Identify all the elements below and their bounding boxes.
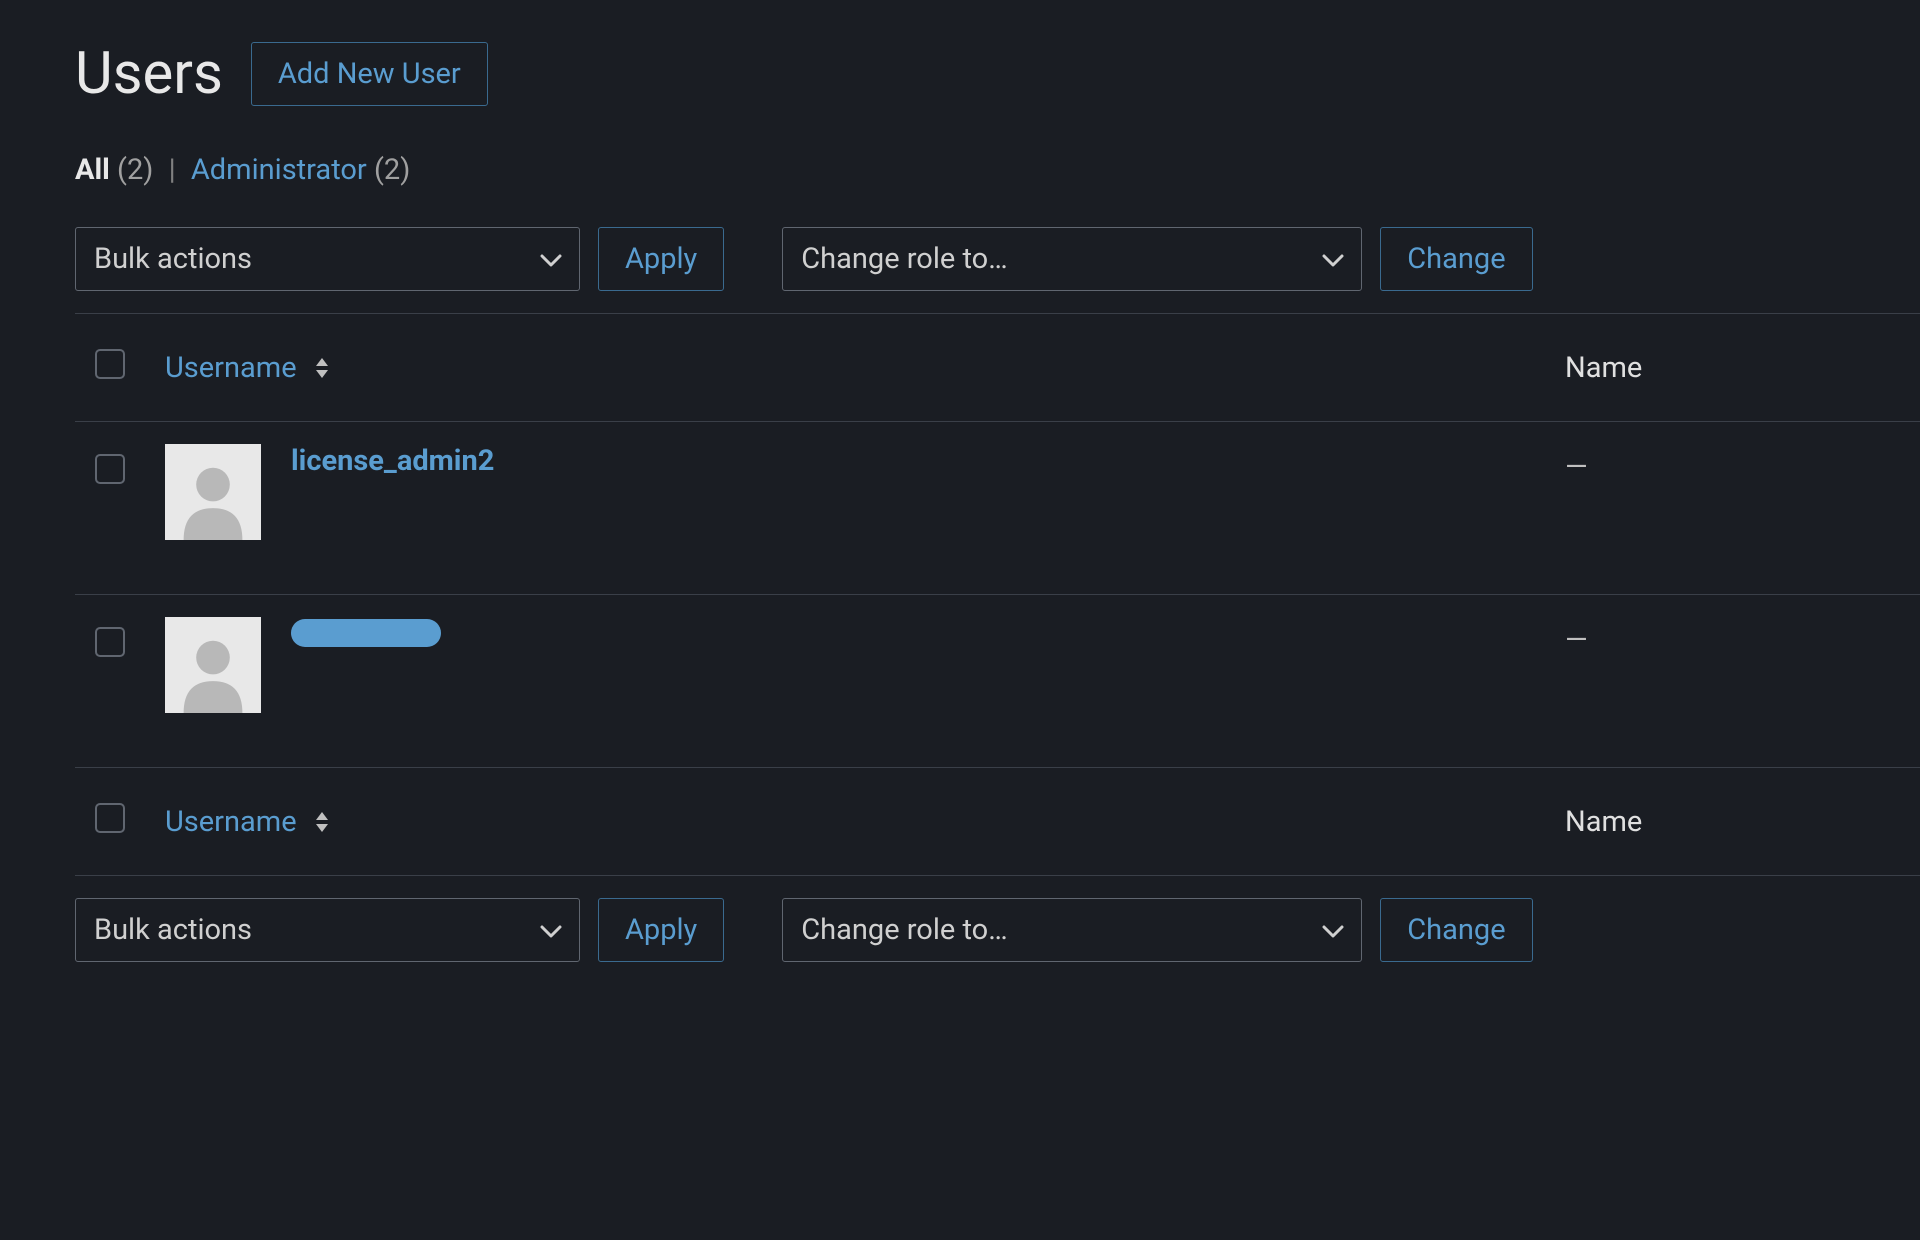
change-role-select-wrap-bottom: Change role to… [782, 898, 1362, 962]
table-row: license_admin2 — [75, 422, 1920, 595]
filter-all-count: (2) [117, 153, 153, 187]
add-new-user-button[interactable]: Add New User [251, 42, 488, 106]
filter-administrator-count: (2) [374, 153, 410, 187]
table-header-row: Username Name [75, 314, 1920, 422]
filter-administrator-link[interactable]: Administrator [191, 153, 367, 187]
bulk-actions-bottom: Bulk actions Apply Change role to… Chang… [75, 898, 1920, 962]
page-header: Users Add New User [75, 40, 1920, 108]
column-username-label-bottom: Username [165, 805, 297, 839]
user-name-cell: — [1545, 422, 1920, 595]
bulk-actions-select[interactable]: Bulk actions [75, 227, 580, 291]
apply-button-bottom[interactable]: Apply [598, 898, 724, 962]
row-checkbox[interactable] [95, 454, 125, 484]
username-link[interactable]: license_admin2 [291, 444, 494, 478]
username-link-redacted[interactable] [291, 619, 441, 647]
apply-button-top[interactable]: Apply [598, 227, 724, 291]
change-role-select-bottom[interactable]: Change role to… [782, 898, 1362, 962]
column-username-sort[interactable]: Username [165, 351, 1525, 385]
select-all-checkbox-bottom[interactable] [95, 803, 125, 833]
change-role-select-wrap: Change role to… [782, 227, 1362, 291]
change-button-bottom[interactable]: Change [1380, 898, 1532, 962]
column-name-label-bottom: Name [1545, 768, 1920, 876]
bulk-actions-select-wrap-bottom: Bulk actions [75, 898, 580, 962]
column-name-label: Name [1545, 314, 1920, 422]
filter-links: All (2) | Administrator (2) [75, 153, 1920, 187]
bulk-actions-top: Bulk actions Apply Change role to… Chang… [75, 227, 1920, 291]
table-row: — [75, 595, 1920, 768]
filter-all-label[interactable]: All [75, 153, 110, 187]
sort-icon [313, 356, 331, 380]
column-username-sort-bottom[interactable]: Username [165, 805, 1525, 839]
avatar [165, 444, 261, 540]
users-table: Username Name license_admin2 —— Username [75, 313, 1920, 876]
table-footer-row: Username Name [75, 768, 1920, 876]
change-role-select[interactable]: Change role to… [782, 227, 1362, 291]
avatar [165, 617, 261, 713]
page-title: Users [75, 40, 223, 108]
user-name-cell: — [1545, 595, 1920, 768]
select-all-checkbox-top[interactable] [95, 349, 125, 379]
row-checkbox[interactable] [95, 627, 125, 657]
bulk-actions-select-wrap: Bulk actions [75, 227, 580, 291]
change-button-top[interactable]: Change [1380, 227, 1532, 291]
sort-icon [313, 810, 331, 834]
bulk-actions-select-bottom[interactable]: Bulk actions [75, 898, 580, 962]
filter-separator: | [169, 153, 176, 187]
column-username-label: Username [165, 351, 297, 385]
